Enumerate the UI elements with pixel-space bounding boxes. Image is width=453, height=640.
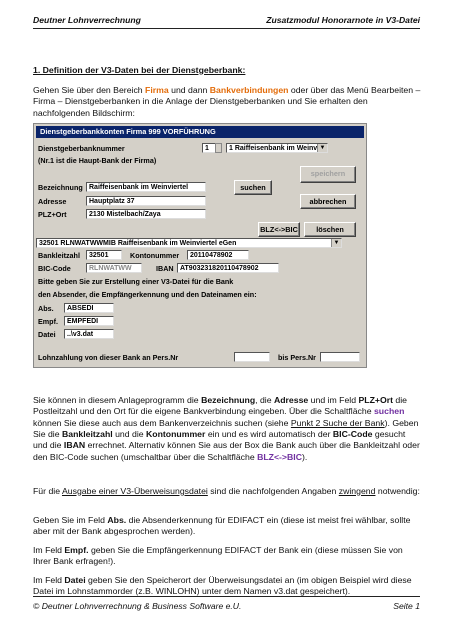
text: Gehen Sie über den Bereich xyxy=(33,84,146,95)
term-bic-code: BIC-Code xyxy=(332,428,373,439)
iban-field[interactable]: AT903231820110478902 xyxy=(177,263,279,273)
text: Im Feld xyxy=(33,574,65,585)
haupt-bank-note: (Nr.1 ist die Haupt-Bank der Firma) xyxy=(38,156,157,165)
dialog-screenshot: Dienstgeberbankkonten Firma 999 VORFÜHRU… xyxy=(33,123,367,368)
loeschen-button[interactable]: löschen xyxy=(304,222,356,237)
text: und dann xyxy=(168,84,210,95)
text: errechnet. Alternativ können Sie aus der… xyxy=(33,440,420,462)
text: notwendig: xyxy=(375,485,420,496)
empf-label: Empf. xyxy=(38,317,58,326)
page-header: Deutner Lohnverrechnung Zusatzmodul Hono… xyxy=(33,14,420,29)
term-blz-bic: BLZ<->BIC xyxy=(257,451,302,462)
text: ein und es wird automatisch der xyxy=(205,428,333,439)
text: geben Sie den Speicherort der Überweisun… xyxy=(33,574,412,597)
link-v3-ueberweisungsdatei[interactable]: Ausgabe einer V3-Überweisungsdatei xyxy=(62,486,208,496)
text: , die xyxy=(255,394,274,405)
pers-nr-from-field[interactable] xyxy=(234,352,270,362)
pers-nr-to-field[interactable] xyxy=(320,352,360,362)
abs-label: Abs. xyxy=(38,304,54,313)
text: Geben Sie im Feld xyxy=(33,514,108,525)
kontonummer-field[interactable]: 20110478902 xyxy=(187,250,249,260)
lohnzahlung-label: Lohnzahlung von dieser Bank an Pers.Nr xyxy=(38,353,179,362)
bic-label: BIC-Code xyxy=(38,264,71,273)
text: sind die nachfolgenden Angaben xyxy=(207,485,339,496)
datei-label: Datei xyxy=(38,330,56,339)
speichern-button[interactable]: speichern xyxy=(300,166,356,183)
firma-term: Firma xyxy=(145,84,169,95)
term-iban: IBAN xyxy=(63,440,86,451)
term-bezeichnung: Bezeichnung xyxy=(201,394,256,405)
bank-select-value: 1 Raiffeisenbank im Weinv xyxy=(229,145,318,152)
blz-field[interactable]: 32501 xyxy=(86,250,122,260)
header-left: Deutner Lohnverrechnung xyxy=(33,15,141,25)
term-plz-ort: PLZ+Ort xyxy=(358,394,393,405)
text: Sie können in diesem Anlageprogramm die xyxy=(33,394,202,405)
term-empf: Empf. xyxy=(64,544,89,555)
nummer-label: Dienstgeberbanknummer xyxy=(38,144,125,153)
bitte-line-2: den Absender, die Empfängerkennung und d… xyxy=(38,290,257,299)
term-abs: Abs. xyxy=(107,514,127,525)
term-adresse: Adresse xyxy=(273,394,309,405)
term-datei: Datei xyxy=(64,574,86,585)
empf-field[interactable]: EMPFEDI xyxy=(64,316,114,326)
bankverbindungen-term: Bankverbindungen xyxy=(209,84,289,95)
blz-bic-button[interactable]: BLZ<->BIC xyxy=(258,222,300,237)
datei-paragraph: Im Feld Datei geben Sie den Speicherort … xyxy=(33,575,421,598)
text: Im Feld xyxy=(33,544,65,555)
text: ). xyxy=(301,451,308,462)
empf-paragraph: Im Feld Empf. geben Sie die Empfängerken… xyxy=(33,545,421,568)
v3-requirement-paragraph: Für die Ausgabe einer V3-Überweisungsdat… xyxy=(33,486,421,497)
section-title: 1. Definition der V3-Daten bei der Diens… xyxy=(33,64,246,75)
bezeichnung-field[interactable]: Raiffeisenbank im Weinviertel xyxy=(86,182,206,192)
bis-pers-nr-label: bis Pers.Nr xyxy=(278,353,316,362)
kontonummer-label: Kontonummer xyxy=(130,251,180,260)
intro-paragraph: Gehen Sie über den Bereich Firma und dan… xyxy=(33,85,421,119)
iban-label: IBAN xyxy=(156,264,174,273)
blz-label: Bankleitzahl xyxy=(38,251,80,260)
datei-field[interactable]: ..\v3.dat xyxy=(64,329,114,339)
document-page: Deutner Lohnverrechnung Zusatzmodul Hono… xyxy=(0,0,453,640)
description-paragraph: Sie können in diesem Anlageprogramm die … xyxy=(33,395,421,463)
dialog-title: Dienstgeberbankkonten Firma 999 VORFÜHRU… xyxy=(36,126,364,138)
bank-box-select[interactable]: 32501 RLNWATWWMIB Raiffeisenbank im Wein… xyxy=(36,238,342,248)
abs-paragraph: Geben Sie im Feld Abs. die Absenderkennu… xyxy=(33,515,421,538)
bic-field: RLNWATWW xyxy=(86,263,142,273)
nummer-spinner[interactable] xyxy=(215,143,222,153)
plz-field[interactable]: 2130 Mistelbach/Zaya xyxy=(86,209,206,219)
text: Für die xyxy=(33,485,62,496)
term-suchen: suchen xyxy=(373,406,405,417)
text: und die xyxy=(112,428,147,439)
chevron-down-icon[interactable]: ▼ xyxy=(331,239,341,247)
plz-label: PLZ+Ort xyxy=(38,210,67,219)
term-kontonummer: Kontonummer xyxy=(146,428,206,439)
text: können Sie diese auch aus dem Bankenverz… xyxy=(33,417,291,428)
text: geben Sie die Empfängerkennung EDIFACT d… xyxy=(33,544,403,567)
bank-box-value: 32501 RLNWATWWMIB Raiffeisenbank im Wein… xyxy=(39,240,237,247)
suchen-button[interactable]: suchen xyxy=(234,180,272,195)
chevron-down-icon[interactable]: ▼ xyxy=(317,144,327,152)
term-bankleitzahl: Bankleitzahl xyxy=(61,428,113,439)
page-footer: © Deutner Lohnverrechnung & Business Sof… xyxy=(33,596,420,613)
nummer-field[interactable]: 1 xyxy=(202,143,216,153)
bitte-line-1: Bitte geben Sie zur Erstellung einer V3-… xyxy=(38,277,234,286)
text: und im Feld xyxy=(308,394,359,405)
adresse-field[interactable]: Hauptplatz 37 xyxy=(86,196,206,206)
header-right: Zusatzmodul Honorarnote in V3-Datei xyxy=(266,15,420,25)
abbrechen-button[interactable]: abbrechen xyxy=(300,194,356,209)
adresse-label: Adresse xyxy=(38,197,67,206)
bezeichnung-label: Bezeichnung xyxy=(38,183,83,192)
footer-page-number: Seite 1 xyxy=(393,601,420,611)
footer-copyright: © Deutner Lohnverrechnung & Business Sof… xyxy=(33,601,242,611)
link-suche-der-bank[interactable]: Punkt 2 Suche der Bank xyxy=(291,418,385,428)
term-zwingend: zwingend xyxy=(338,485,376,496)
bank-select[interactable]: 1 Raiffeisenbank im Weinv ▼ xyxy=(226,143,328,153)
abs-field[interactable]: ABSEDI xyxy=(64,303,114,313)
